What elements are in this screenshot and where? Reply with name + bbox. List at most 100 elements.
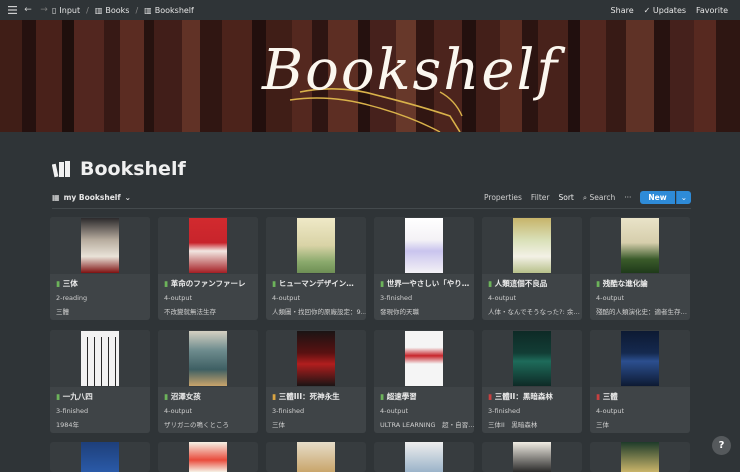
books-icon: ▥ <box>144 5 152 15</box>
cover-image: Bookshelf <box>0 20 740 132</box>
gallery-card[interactable]: ▮ 人類這個不良品 4-output 人体・なんでそうなった?: 余… <box>482 217 582 320</box>
book-cover <box>266 330 366 387</box>
book-cover <box>590 217 690 274</box>
reading-status: 3-finished <box>488 407 521 415</box>
gallery-card[interactable]: ▮ 三體II：黑暗森林 3-finished 三体II 黒暗森林 <box>482 330 582 433</box>
book-title: ヒューマンデザイン… <box>278 279 354 288</box>
book-cover-image <box>621 442 659 472</box>
book-subtitle: 1984年 <box>56 421 80 429</box>
share-button[interactable]: Share <box>611 6 634 15</box>
updates-button[interactable]: ✓ Updates <box>644 6 686 15</box>
reading-status: 2-reading <box>56 294 88 302</box>
back-arrow-icon[interactable]: ← <box>20 2 36 18</box>
book-subtitle: 殘酷的人類演化史：適者生存… <box>596 308 687 316</box>
gallery-card[interactable]: ▮ 三体 2-reading 三體 <box>50 217 150 320</box>
book-cover-image <box>189 331 227 386</box>
book-cover-image <box>189 218 227 273</box>
book-cover-image <box>297 442 335 472</box>
gallery-card[interactable]: ▮ 一九八四 3-finished 1984年 <box>50 330 150 433</box>
gallery-card[interactable]: ▮ 革命のファンファーレ 4-output 不改變就無法生存 <box>158 217 258 320</box>
reading-status: 4-output <box>164 407 193 415</box>
book-title: 三體II：黑暗森林 <box>494 392 553 401</box>
book-icon: ▮ <box>272 279 279 288</box>
book-cover <box>50 442 150 472</box>
book-cover-image <box>513 331 551 386</box>
book-subtitle: 人類圖・找回你的原廠設定：9… <box>272 308 366 316</box>
gallery-card[interactable] <box>374 442 474 472</box>
book-subtitle: 三体 <box>596 421 609 429</box>
view-selector[interactable]: ▦ my Bookshelf ⌄ <box>52 193 131 202</box>
book-cover-image <box>297 331 335 386</box>
breadcrumb-separator: / <box>135 5 139 15</box>
book-cover-image <box>81 331 119 386</box>
new-dropdown-chevron-icon[interactable]: ⌄ <box>675 191 691 204</box>
book-cover <box>590 442 690 472</box>
sort-button[interactable]: Sort <box>559 193 574 202</box>
book-title: 三体 <box>62 279 78 288</box>
reading-status: 3-finished <box>272 407 305 415</box>
reading-status: 4-output <box>164 294 193 302</box>
book-cover <box>266 442 366 472</box>
book-subtitle: 三体II 黒暗森林 <box>488 421 538 429</box>
properties-button[interactable]: Properties <box>484 193 522 202</box>
gallery-card[interactable]: ▮ 三體III：死神永生 3-finished 三体 <box>266 330 366 433</box>
gallery-card[interactable] <box>50 442 150 472</box>
book-subtitle: 發現你的天職 <box>380 308 419 316</box>
book-title: 三體 <box>602 392 618 401</box>
book-cover <box>158 217 258 274</box>
filter-button[interactable]: Filter <box>531 193 550 202</box>
book-icon: ▮ <box>488 279 495 288</box>
book-cover-image <box>297 218 335 273</box>
book-title: 人類這個不良品 <box>494 279 548 288</box>
help-button[interactable]: ? <box>712 436 731 455</box>
breadcrumb-item-bookshelf[interactable]: Bookshelf <box>155 6 194 15</box>
book-subtitle: 不改變就無法生存 <box>164 308 216 316</box>
more-options-button[interactable]: ··· <box>624 193 631 202</box>
new-button[interactable]: New <box>640 191 675 204</box>
book-cover <box>482 442 582 472</box>
book-subtitle: 人体・なんでそうなった?: 余… <box>488 308 580 316</box>
book-title: 残酷な進化論 <box>602 279 648 288</box>
book-cover-image <box>405 218 443 273</box>
forward-arrow-icon[interactable]: → <box>36 2 52 18</box>
menu-icon[interactable] <box>4 2 20 18</box>
gallery-card[interactable]: ▮ ヒューマンデザイン… 4-output 人類圖・找回你的原廠設定：9… <box>266 217 366 320</box>
gallery-card[interactable] <box>590 442 690 472</box>
gallery-card[interactable]: ▮ 世界一やさしい「やり… 3-finished 發現你的天職 <box>374 217 474 320</box>
breadcrumb-item-books[interactable]: Books <box>105 6 129 15</box>
gallery-card[interactable] <box>482 442 582 472</box>
book-subtitle: 三體 <box>56 308 69 316</box>
chevron-down-icon: ⌄ <box>124 193 131 202</box>
gallery-card[interactable] <box>266 442 366 472</box>
book-cover-image <box>513 442 551 472</box>
gallery-card[interactable]: ▮ 残酷な進化論 4-output 殘酷的人類演化史：適者生存… <box>590 217 690 320</box>
gallery-card[interactable]: ▮ 三體 4-output 三体 <box>590 330 690 433</box>
books-icon: ▥ <box>94 5 103 15</box>
book-icon: ▮ <box>56 392 63 401</box>
book-icon: ▮ <box>164 392 171 401</box>
favorite-button[interactable]: Favorite <box>696 6 728 15</box>
book-cover <box>482 217 582 274</box>
divider <box>52 208 691 209</box>
book-cover <box>158 442 258 472</box>
top-bar: ← → ▯ Input / ▥ Books / ▥ Bookshelf Shar… <box>0 0 740 20</box>
book-cover <box>50 330 150 387</box>
search-button[interactable]: ⌕ Search <box>583 193 615 203</box>
breadcrumb-item-input[interactable]: Input <box>59 6 80 15</box>
reading-status: 4-output <box>596 294 625 302</box>
database-toolbar: ▦ my Bookshelf ⌄ Properties Filter Sort … <box>52 190 691 205</box>
book-subtitle: ULTRA LEARNING 超・自習… <box>380 421 474 429</box>
file-icon: ▯ <box>52 5 57 15</box>
gallery-card[interactable]: ▮ 超速學習 4-output ULTRA LEARNING 超・自習… <box>374 330 474 433</box>
book-cover-image <box>189 442 227 472</box>
reading-status: 3-finished <box>380 294 413 302</box>
reading-status: 4-output <box>272 294 301 302</box>
book-icon: ▮ <box>596 279 603 288</box>
book-icon: ▮ <box>596 392 603 401</box>
book-icon: ▮ <box>56 279 63 288</box>
book-title: 一九八四 <box>62 392 93 401</box>
book-cover-image <box>621 331 659 386</box>
gallery-card[interactable]: ▮ 沼澤女孩 4-output ザリガニの鳴くところ <box>158 330 258 433</box>
reading-status: 4-output <box>596 407 625 415</box>
gallery-card[interactable] <box>158 442 258 472</box>
